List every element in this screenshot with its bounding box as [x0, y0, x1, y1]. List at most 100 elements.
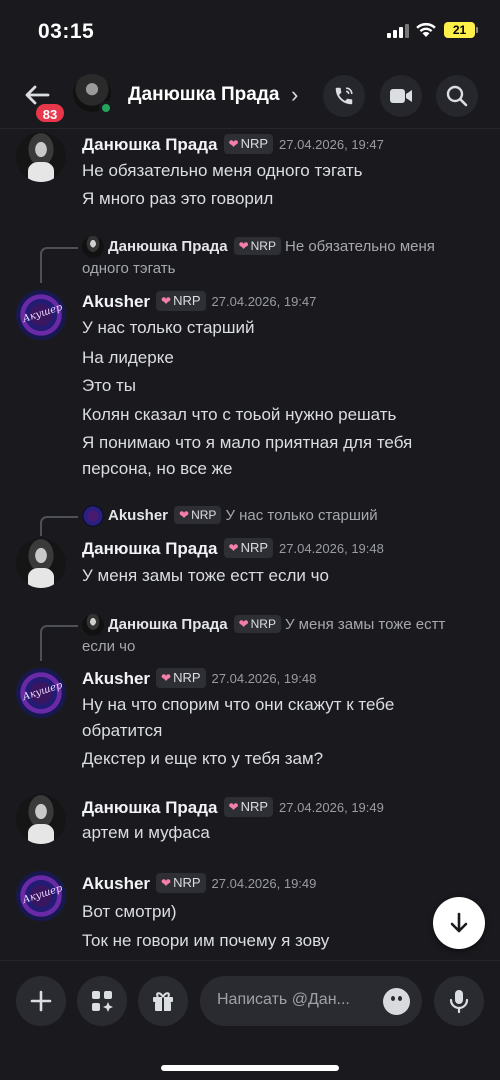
reply-connector [40, 516, 78, 536]
heart-icon: ❤ [179, 508, 190, 522]
header-divider [0, 128, 500, 129]
page-title[interactable]: Данюшка Прада [128, 84, 279, 106]
add-attachment-button[interactable] [16, 976, 66, 1026]
voice-message-button[interactable] [434, 976, 484, 1026]
apps-icon [92, 991, 113, 1012]
microphone-icon [449, 990, 469, 1014]
message-header: Akusher ❤ NRP 27.04.2026, 19:47 [82, 291, 316, 312]
reply-text: У нас только старший [225, 507, 378, 524]
heart-icon: ❤ [161, 294, 172, 308]
gift-button[interactable] [138, 976, 188, 1026]
chevron-right-icon[interactable]: › [291, 82, 298, 108]
status-bar: 03:15 21 [0, 0, 500, 62]
message-header: Akusher ❤ NRP 27.04.2026, 19:49 [82, 873, 316, 894]
message-text: На лидерке [82, 348, 174, 367]
online-status-icon [99, 101, 113, 115]
heart-icon: ❤ [238, 617, 249, 631]
heart-icon: ❤ [228, 137, 239, 151]
message-text: Я понимаю что я мало приятная для тебя [82, 433, 413, 452]
reply-connector [40, 625, 78, 661]
cellular-signal-icon [387, 24, 409, 38]
apps-button[interactable] [77, 976, 127, 1026]
server-tag: ❤ NRP [174, 506, 222, 524]
home-indicator[interactable] [161, 1065, 339, 1071]
reply-author: Данюшка Прада [108, 238, 228, 255]
server-tag: ❤ NRP [233, 615, 281, 633]
message-text: Вот смотри) [82, 902, 177, 921]
heart-icon: ❤ [161, 876, 172, 890]
message-input[interactable]: Написать @Дан... [200, 976, 422, 1026]
message-header: Данюшка Прада ❤ NRP 27.04.2026, 19:49 [82, 797, 384, 818]
message-text: Ну на что спорим что они скажут к тебе [82, 695, 395, 714]
channel-header: 83 Данюшка Прада › [0, 62, 500, 128]
voice-call-button[interactable] [323, 75, 365, 117]
message-header: Akusher ❤ NRP 27.04.2026, 19:48 [82, 668, 316, 689]
server-tag: ❤ NRP [156, 291, 206, 311]
battery-indicator: 21 [444, 22, 478, 38]
server-tag: ❤ NRP [223, 797, 274, 817]
search-icon [446, 85, 468, 107]
message-text: Я много раз это говорил [82, 189, 274, 208]
timestamp: 27.04.2026, 19:49 [211, 876, 317, 891]
message-text: Ток не говори им почему я зову [82, 931, 330, 950]
timestamp: 27.04.2026, 19:47 [211, 294, 317, 309]
reply-preview[interactable]: Данюшка Прада ❤ NRP У меня замы тоже естт е… [82, 614, 477, 658]
author-name[interactable]: Данюшка Прада [82, 539, 218, 558]
reply-connector [40, 247, 78, 283]
timestamp: 27.04.2026, 19:49 [279, 800, 384, 815]
server-tag: ❤ NRP [156, 668, 206, 688]
reply-author: Данюшка Прада [108, 616, 228, 633]
clock: 03:15 [38, 20, 95, 43]
message-input-placeholder: Написать @Дан... [217, 991, 350, 1008]
avatar[interactable] [16, 871, 66, 921]
avatar[interactable] [16, 132, 66, 182]
avatar[interactable] [16, 794, 66, 844]
plus-icon [30, 990, 52, 1012]
reply-preview[interactable]: Akusher ❤ NRP У нас только старший [82, 505, 477, 528]
avatar [82, 505, 104, 528]
server-tag: ❤ NRP [223, 134, 274, 154]
message-text: обратится [82, 721, 163, 740]
timestamp: 27.04.2026, 19:48 [279, 541, 384, 556]
message-header: Данюшка Прада ❤ NRP 27.04.2026, 19:48 [82, 538, 384, 559]
avatar[interactable] [16, 538, 66, 588]
reply-preview[interactable]: Данюшка Прада ❤ NRP Не обязательно меня одн… [82, 236, 477, 280]
message-text: Декстер и еще кто у тебя зам? [82, 749, 324, 768]
arrow-down-icon [450, 912, 468, 933]
jump-to-bottom-button[interactable] [433, 897, 485, 949]
gift-icon [153, 992, 173, 1011]
wifi-icon [416, 22, 436, 37]
timestamp: 27.04.2026, 19:47 [279, 137, 384, 152]
timestamp: 27.04.2026, 19:48 [211, 671, 317, 686]
author-name[interactable]: Данюшка Прада [82, 798, 218, 817]
heart-icon: ❤ [238, 239, 249, 253]
message-text: Колян сказал что с тоьой нужно решать [82, 405, 397, 424]
message-text: артем и муфаса [82, 823, 210, 842]
message-text: персона, но все же [82, 459, 233, 478]
reply-author: Akusher [108, 507, 169, 524]
emoji-icon[interactable] [383, 988, 410, 1015]
author-name[interactable]: Akusher [82, 292, 150, 311]
video-camera-icon [390, 89, 412, 103]
server-tag: ❤ NRP [233, 237, 281, 255]
message-header: Данюшка Прада ❤ NRP 27.04.2026, 19:47 [82, 134, 384, 155]
video-call-button[interactable] [380, 75, 422, 117]
author-name[interactable]: Akusher [82, 874, 150, 893]
heart-icon: ❤ [228, 541, 239, 555]
message-text: Не обязательно меня одного тэгать [82, 161, 363, 180]
server-tag: ❤ NRP [156, 873, 206, 893]
heart-icon: ❤ [161, 671, 172, 685]
phone-call-icon [335, 87, 353, 105]
avatar[interactable] [16, 290, 66, 340]
message-text: У меня замы тоже естт если чо [82, 566, 329, 585]
search-button[interactable] [436, 75, 478, 117]
message-composer: Написать @Дан... [0, 960, 500, 1080]
author-name[interactable]: Данюшка Прада [82, 135, 218, 154]
author-name[interactable]: Akusher [82, 669, 150, 688]
heart-icon: ❤ [228, 800, 239, 814]
avatar[interactable] [16, 668, 66, 718]
message-text: Это ты [82, 376, 136, 395]
avatar [82, 236, 104, 259]
server-tag: ❤ NRP [223, 538, 274, 558]
avatar [82, 614, 104, 637]
